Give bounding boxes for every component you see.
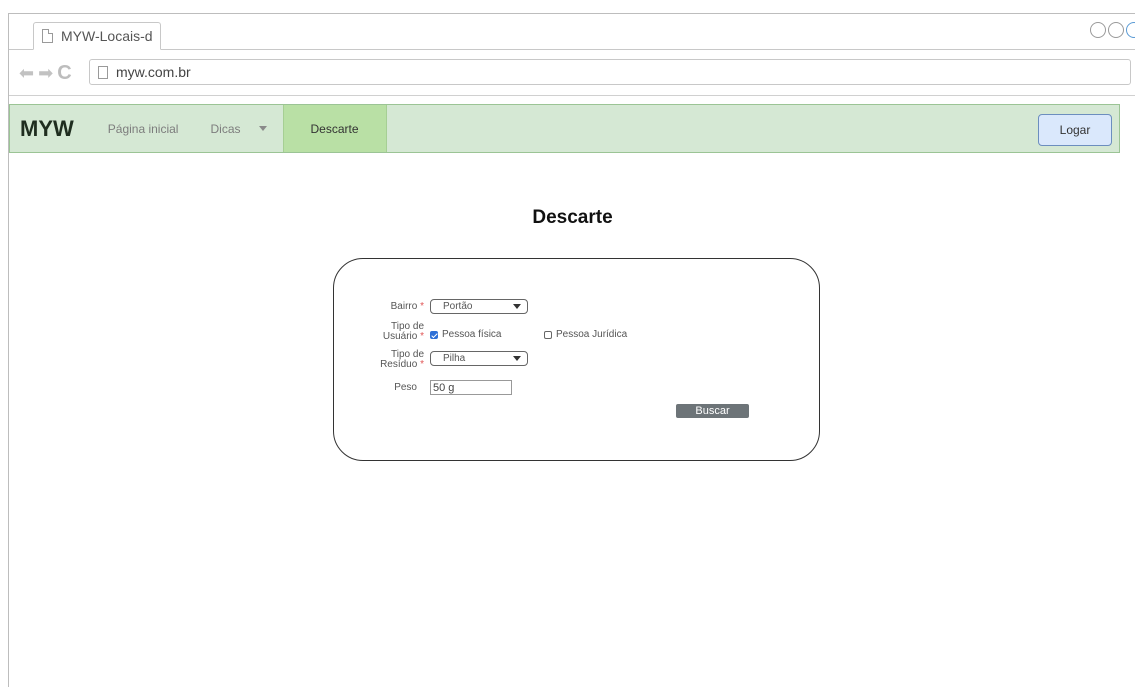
- caret-down-icon: [513, 304, 521, 309]
- nav-active-label: Descarte: [310, 121, 359, 136]
- nav-dropdown-tips[interactable]: Dicas: [210, 121, 267, 136]
- checkbox-pessoa-juridica[interactable]: Pessoa Jurídica: [544, 329, 627, 340]
- residue-type-select[interactable]: Pilha: [430, 351, 528, 366]
- reload-icon[interactable]: C: [57, 63, 71, 83]
- brand-logo[interactable]: MYW: [20, 116, 74, 142]
- search-form-card: Bairro * Portão Tipo de Usuário * Pessoa…: [333, 258, 820, 461]
- bairro-select-value: Portão: [443, 301, 473, 312]
- window-controls: [1090, 22, 1135, 38]
- residue-type-label: Tipo de Resíduo *: [364, 350, 424, 370]
- checkbox-pessoa-fisica[interactable]: Pessoa física: [430, 329, 501, 340]
- required-mark: *: [420, 301, 424, 312]
- required-mark: *: [420, 359, 424, 370]
- residue-select-value: Pilha: [443, 353, 466, 364]
- user-type-label-line2: Usuário: [382, 331, 418, 342]
- url-field[interactable]: myw.com.br: [89, 59, 1131, 85]
- checkbox-checked-icon: [430, 330, 438, 339]
- browser-tab[interactable]: MYW-Locais-d: [33, 22, 161, 50]
- search-button[interactable]: Buscar: [676, 404, 749, 418]
- bairro-select[interactable]: Portão: [430, 299, 528, 314]
- nav-dropdown-label: Dicas: [210, 121, 241, 136]
- weight-input[interactable]: 50 g: [430, 380, 512, 395]
- caret-down-icon: [513, 356, 521, 361]
- login-button[interactable]: Logar: [1038, 114, 1112, 146]
- checkbox-unchecked-icon: [544, 330, 552, 339]
- page-icon: [98, 65, 108, 79]
- browser-nav-buttons: ⬅ ➡ C: [19, 63, 72, 83]
- page-icon: [42, 29, 53, 43]
- address-bar: ⬅ ➡ C myw.com.br: [9, 51, 1135, 96]
- forward-arrow-icon[interactable]: ➡: [38, 63, 53, 83]
- url-text: myw.com.br: [116, 64, 191, 80]
- bairro-label: Bairro *: [364, 302, 424, 312]
- required-mark: *: [420, 331, 424, 342]
- checkbox-pessoa-fisica-label: Pessoa física: [442, 329, 502, 340]
- browser-window: MYW-Locais-d ⬅ ➡ C myw.com.br MYW Página…: [8, 13, 1135, 687]
- window-control-circle-icon[interactable]: [1126, 22, 1135, 38]
- nav-link-descarte[interactable]: Descarte: [282, 105, 387, 152]
- nav-link-home[interactable]: Página inicial: [108, 122, 179, 136]
- page-title: Descarte: [532, 207, 613, 228]
- weight-label: Peso: [394, 382, 417, 393]
- checkbox-pessoa-juridica-label: Pessoa Jurídica: [556, 329, 628, 340]
- browser-tab-title: MYW-Locais-d: [61, 28, 153, 44]
- browser-tab-bar: MYW-Locais-d: [9, 14, 1135, 50]
- back-arrow-icon[interactable]: ⬅: [19, 63, 34, 83]
- site-navbar: MYW Página inicial Dicas Descarte Logar: [9, 104, 1120, 153]
- user-type-label: Tipo de Usuário *: [364, 322, 424, 342]
- window-control-circle-icon[interactable]: [1108, 22, 1124, 38]
- caret-down-icon: [258, 126, 267, 131]
- bairro-label-text: Bairro: [390, 301, 418, 312]
- window-control-circle-icon[interactable]: [1090, 22, 1106, 38]
- residue-type-label-line2: Resíduo: [380, 359, 418, 370]
